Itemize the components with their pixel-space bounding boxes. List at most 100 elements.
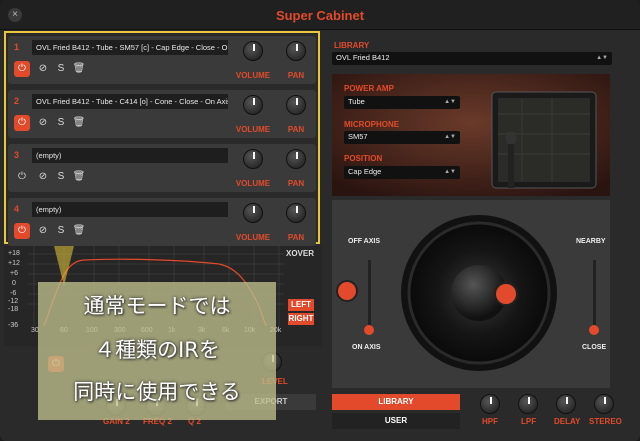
power-icon[interactable]: ⏻ [14, 61, 30, 77]
volume-label: VOLUME [235, 179, 271, 188]
volume-knob[interactable] [243, 203, 263, 223]
slot-number: 3 [14, 150, 20, 160]
lpf-knob[interactable] [518, 394, 538, 414]
hpf-label: HPF [482, 417, 498, 426]
super-cabinet-window: × Super Cabinet 1 OVL Fried B412 - Tube … [0, 0, 640, 441]
eq-y-tick: +18 [8, 250, 20, 257]
speaker-cone[interactable] [400, 206, 558, 380]
slot-ir-name[interactable]: (empty) [32, 148, 228, 163]
position-label: POSITION [344, 154, 383, 163]
microphone-select[interactable]: SM57 ▲▼ [344, 131, 460, 144]
dropdown-arrow-icon: ▲▼ [444, 99, 456, 105]
dropdown-arrow-icon: ▲▼ [444, 134, 456, 140]
dropdown-arrow-icon: ▲▼ [596, 55, 608, 61]
phase-invert-icon[interactable]: ⊘ [36, 61, 50, 77]
right-button[interactable]: RIGHT [288, 313, 314, 325]
volume-label: VOLUME [235, 71, 271, 80]
ir-slot-2: 2 OVL Fried B412 - Tube - C414 [o] - Con… [8, 90, 316, 138]
axis-slider-handle[interactable] [364, 325, 374, 335]
power-icon[interactable]: ⏻ [14, 169, 30, 185]
on-axis-label: ON AXIS [352, 344, 381, 351]
distance-slider[interactable] [593, 260, 596, 332]
pan-label: PAN [287, 179, 305, 188]
annotation-line: ４種類のIRを [94, 338, 220, 362]
microphone-value: SM57 [348, 132, 368, 141]
annotation-line: 通常モードでは [83, 294, 231, 318]
pan-label: PAN [287, 71, 305, 80]
axis-slider[interactable] [368, 260, 371, 332]
volume-label: VOLUME [235, 233, 271, 242]
slot-number: 2 [14, 96, 20, 106]
title-bar: × Super Cabinet [0, 0, 640, 30]
slot-number: 1 [14, 42, 20, 52]
annotation-overlay: 通常モードでは ４種類のIRを 同時に使用できる [38, 282, 276, 420]
pan-knob[interactable] [286, 203, 306, 223]
slot-number: 4 [14, 204, 20, 214]
library-tab[interactable]: LIBRARY [332, 394, 460, 410]
eq-y-tick: -36 [8, 322, 19, 329]
pan-knob[interactable] [286, 41, 306, 61]
mic-position-panel: OFF AXIS ON AXIS NEARBY CLOSE [332, 200, 610, 388]
phase-invert-icon[interactable]: ⊘ [36, 223, 50, 239]
pan-label: PAN [287, 233, 305, 242]
annotation-line: 同時に使用できる [73, 380, 241, 404]
ir-slot-1: 1 OVL Fried B412 - Tube - SM57 [c] - Cap… [8, 36, 316, 84]
dropdown-arrow-icon: ▲▼ [444, 169, 456, 175]
window-title: Super Cabinet [275, 8, 365, 23]
distance-slider-handle[interactable] [589, 325, 599, 335]
power-amp-label: POWER AMP [344, 84, 394, 93]
stereo-knob[interactable] [594, 394, 614, 414]
phase-invert-icon[interactable]: ⊘ [36, 169, 50, 185]
pan-knob[interactable] [286, 149, 306, 169]
delay-label: DELAY [554, 417, 581, 426]
mic-capsule-icon[interactable] [336, 280, 358, 302]
slot-ir-name[interactable]: (empty) [32, 202, 228, 217]
hpf-knob[interactable] [480, 394, 500, 414]
off-axis-label: OFF AXIS [348, 238, 381, 245]
delay-knob[interactable] [556, 394, 576, 414]
trash-icon[interactable]: 🗑 [72, 61, 86, 77]
solo-button[interactable]: S [54, 115, 68, 131]
microphone-label: MICROPHONE [344, 120, 400, 129]
eq-y-tick: -12 [8, 298, 19, 305]
phase-invert-icon[interactable]: ⊘ [36, 115, 50, 131]
volume-label: VOLUME [235, 125, 271, 134]
left-button[interactable]: LEFT [288, 299, 314, 311]
solo-button[interactable]: S [54, 61, 68, 77]
eq-y-tick: -18 [8, 306, 19, 313]
position-select[interactable]: Cap Edge ▲▼ [344, 166, 460, 179]
close-label: CLOSE [582, 344, 607, 351]
eq-y-tick: +12 [8, 260, 20, 267]
lpf-label: LPF [521, 417, 537, 426]
trash-icon[interactable]: 🗑 [72, 169, 86, 185]
ir-slot-list: 1 OVL Fried B412 - Tube - SM57 [c] - Cap… [4, 31, 320, 246]
library-select[interactable]: OVL Fried B412 ▲▼ [332, 52, 612, 65]
trash-icon[interactable]: 🗑 [72, 223, 86, 239]
xover-label: XOVER [286, 249, 315, 258]
library-label: LIBRARY [334, 41, 370, 50]
slot-ir-name[interactable]: OVL Fried B412 - Tube - SM57 [c] - Cap E… [32, 40, 228, 55]
nearby-label: NEARBY [576, 238, 606, 245]
eq-y-tick: -6 [10, 290, 17, 297]
cabinet-preview: POWER AMP Tube ▲▼ MICROPHONE SM57 ▲▼ POSIT… [332, 74, 610, 196]
ir-slot-4: 4 (empty) ⏻ ⊘ S 🗑 VOLUME PAN [8, 198, 316, 246]
solo-button[interactable]: S [54, 223, 68, 239]
user-tab[interactable]: USER [332, 413, 460, 429]
position-value: Cap Edge [348, 167, 382, 176]
volume-knob[interactable] [243, 149, 263, 169]
ir-slot-3: 3 (empty) ⏻ ⊘ S 🗑 VOLUME PAN [8, 144, 316, 192]
library-value: OVL Fried B412 [336, 53, 390, 62]
power-amp-select[interactable]: Tube ▲▼ [344, 96, 460, 109]
stereo-label: STEREO [589, 417, 622, 426]
volume-knob[interactable] [243, 41, 263, 61]
volume-knob[interactable] [243, 95, 263, 115]
power-icon[interactable]: ⏻ [14, 223, 30, 239]
slot-ir-name[interactable]: OVL Fried B412 - Tube - C414 [o] - Cone … [32, 94, 228, 109]
trash-icon[interactable]: 🗑 [72, 115, 86, 131]
pan-label: PAN [287, 125, 305, 134]
pan-knob[interactable] [286, 95, 306, 115]
solo-button[interactable]: S [54, 169, 68, 185]
eq-y-tick: +6 [10, 270, 18, 277]
power-amp-value: Tube [348, 97, 365, 106]
power-icon[interactable]: ⏻ [14, 115, 30, 131]
